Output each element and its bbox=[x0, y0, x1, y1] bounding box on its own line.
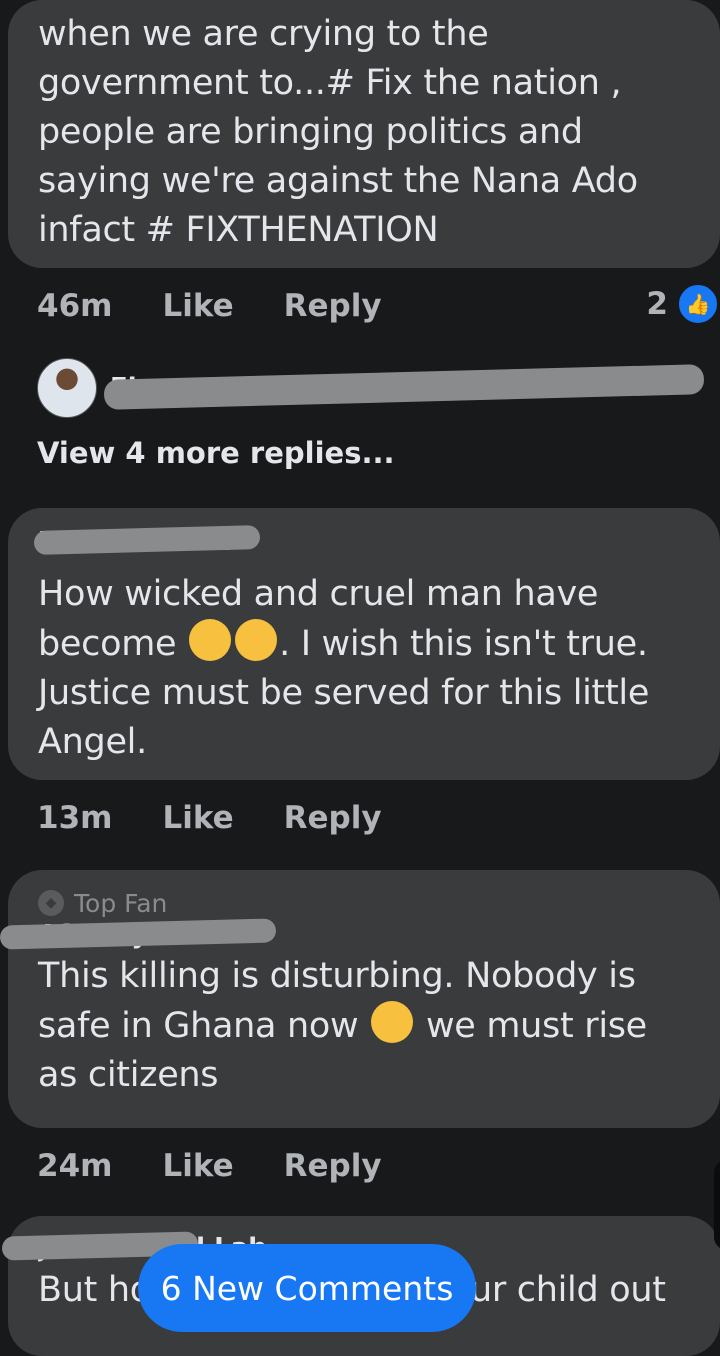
diamond-icon: ◆ bbox=[38, 890, 64, 916]
scroll-handle[interactable] bbox=[714, 1160, 720, 1250]
comment-actions: 13m Like Reply bbox=[37, 798, 432, 838]
view-more-replies-link[interactable]: View 4 more replies... bbox=[37, 436, 395, 470]
comment-text-part: But ho bbox=[38, 1270, 151, 1310]
comment-time: 24m bbox=[37, 1148, 113, 1184]
comment-actions: 24m Like Reply bbox=[37, 1146, 432, 1186]
anxious-face-icon bbox=[189, 619, 232, 661]
comment-bubble: Leah Mensah How wicked and cruel man hav… bbox=[8, 508, 720, 780]
comment-bubble: when we are crying to the government to.… bbox=[8, 0, 720, 268]
thumbs-up-icon: 👍 bbox=[676, 282, 720, 326]
comment-bubble: ◆ Top Fan Afa Adjonona This killing is d… bbox=[0, 870, 720, 1128]
comment-time: 46m bbox=[37, 288, 113, 324]
reaction-count: 2 bbox=[646, 286, 668, 322]
comment-text: when we are crying to the government to.… bbox=[38, 14, 638, 250]
badge-label: Top Fan bbox=[74, 888, 168, 918]
like-link[interactable]: Like bbox=[162, 288, 233, 324]
comment-text: This killing is disturbing. Nobody is sa… bbox=[38, 952, 688, 1100]
reaction-summary[interactable]: 2 👍 bbox=[646, 282, 720, 326]
new-comments-button[interactable]: 6 New Comments bbox=[138, 1244, 476, 1332]
reply-link[interactable]: Reply bbox=[284, 288, 382, 324]
comment-author[interactable]: Leah Mensah bbox=[33, 522, 690, 562]
reply-link[interactable]: Reply bbox=[284, 800, 382, 836]
comment-text: How wicked and cruel man have become . I… bbox=[38, 570, 688, 767]
top-fan-badge: ◆ Top Fan bbox=[38, 886, 690, 920]
reply-link[interactable]: Reply bbox=[284, 1148, 382, 1184]
comment-author[interactable]: Afa Adjonona bbox=[0, 918, 690, 950]
comment-time: 13m bbox=[37, 800, 113, 836]
reply-preview-author[interactable]: Ebenezer ... Kwasi Mensah ... bbox=[103, 364, 710, 410]
expressionless-face-icon bbox=[371, 1001, 414, 1043]
avatar[interactable] bbox=[37, 358, 97, 418]
comment-actions: 46m Like Reply bbox=[37, 286, 432, 326]
expressionless-face-icon bbox=[235, 619, 278, 661]
comment-text-part: ur child out bbox=[470, 1270, 666, 1310]
like-link[interactable]: Like bbox=[162, 1148, 233, 1184]
like-link[interactable]: Like bbox=[162, 800, 233, 836]
